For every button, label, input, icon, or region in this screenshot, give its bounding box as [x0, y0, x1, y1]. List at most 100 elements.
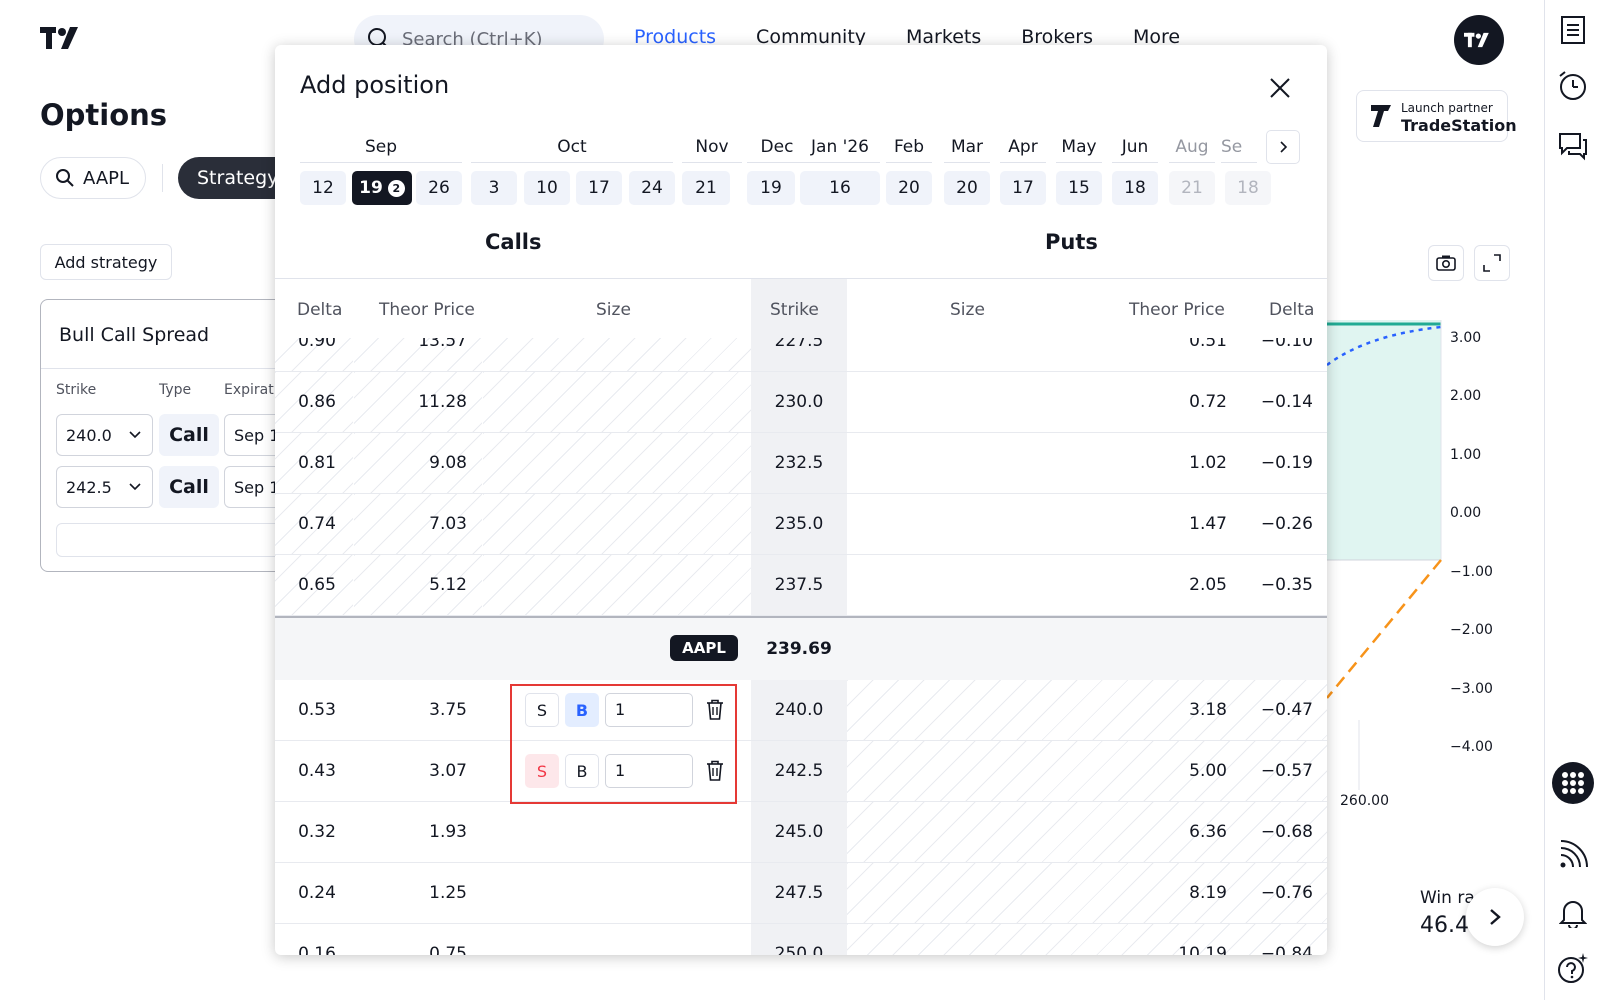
page-title: Options	[40, 98, 168, 132]
leg-type-button[interactable]: Call	[159, 414, 219, 456]
y-axis-label: 0.00	[1450, 505, 1482, 521]
month-underline	[300, 162, 462, 163]
chevron-right-icon	[1280, 141, 1288, 153]
expiration-date[interactable]: 20	[944, 171, 990, 205]
call-theor-price: 3.75	[429, 700, 467, 720]
leg-count-badge: 2	[387, 179, 405, 197]
chevron-down-icon	[129, 431, 141, 439]
option-row[interactable]: 0.90 13.57 227.5 0.51 −0.10	[275, 338, 1327, 372]
col-header-put-theor: Theor Price	[1129, 300, 1225, 320]
expiration-date[interactable]: 18	[1112, 171, 1158, 205]
option-row[interactable]: 0.65 5.12 237.5 2.05 −0.35	[275, 555, 1327, 616]
month-underline	[747, 162, 807, 163]
date-label: 17	[1012, 178, 1034, 198]
y-axis-label: −2.00	[1450, 622, 1493, 638]
expiration-date[interactable]: 18	[1225, 171, 1271, 205]
column-label-strike: Strike	[56, 382, 97, 398]
option-row[interactable]: 0.53 3.75 240.0 3.18 −0.47 S B 1	[275, 680, 1327, 741]
leg-strike-select[interactable]: 242.5	[56, 466, 153, 508]
call-size-cell	[483, 555, 751, 615]
put-delta: −0.84	[1260, 944, 1313, 955]
expiration-date-selected[interactable]: 19 2	[352, 171, 412, 205]
watchlist-icon[interactable]	[1555, 12, 1591, 48]
leg-strike-value: 242.5	[66, 477, 112, 497]
partner-badge[interactable]: Launch partner TradeStation	[1356, 90, 1517, 142]
expiration-date[interactable]: 17	[1000, 171, 1046, 205]
puts-heading: Puts	[1045, 230, 1098, 254]
selected-legs-highlight	[510, 684, 737, 804]
call-theor-price: 5.12	[429, 575, 467, 595]
scroll-right-button[interactable]	[1466, 888, 1524, 946]
page: Search (Ctrl+K) Products Community Markets…	[0, 0, 1600, 1000]
month-underline	[1169, 162, 1215, 163]
expiration-date[interactable]: 24	[629, 171, 675, 205]
date-label: 3	[488, 178, 500, 198]
strike-price: 230.0	[774, 392, 824, 412]
option-row[interactable]: 0.16 0.75 250.0 10.19 −0.84	[275, 924, 1327, 955]
leg-type-button[interactable]: Call	[159, 466, 219, 508]
option-row[interactable]: 0.24 1.25 247.5 8.19 −0.76	[275, 863, 1327, 924]
date-label: 24	[641, 178, 663, 198]
month-label: Feb	[893, 137, 925, 157]
call-theor-price: 1.25	[429, 883, 467, 903]
date-label: 19	[760, 178, 782, 198]
payoff-chart	[1327, 320, 1442, 790]
add-leg-field[interactable]	[56, 523, 306, 557]
option-row[interactable]: 0.74 7.03 235.0 1.47 −0.26	[275, 494, 1327, 555]
option-row[interactable]: 0.32 1.93 245.0 6.36 −0.68	[275, 802, 1327, 863]
col-header-call-size: Size	[596, 300, 631, 320]
fullscreen-icon[interactable]	[1474, 245, 1510, 281]
month-underline	[944, 162, 990, 163]
expiration-date[interactable]: 10	[524, 171, 570, 205]
add-position-dialog: Add position Sep Oct Nov Dec Jan '26 Feb Mar Ap…	[275, 45, 1327, 955]
tradingview-logo-icon[interactable]	[40, 24, 86, 52]
month-label: Aug	[1175, 137, 1209, 157]
y-axis-label: 1.00	[1450, 447, 1482, 463]
symbol-search-button[interactable]: AAPL	[40, 157, 146, 199]
y-axis-label: 3.00	[1450, 330, 1482, 346]
apps-grid-icon[interactable]	[1552, 762, 1594, 804]
add-strategy-button[interactable]: Add strategy	[40, 244, 172, 280]
option-row[interactable]: 0.86 11.28 230.0 0.72 −0.14	[275, 372, 1327, 433]
underlying-ticker-badge: AAPL	[670, 635, 738, 661]
option-row[interactable]: 0.81 9.08 232.5 1.02 −0.19	[275, 433, 1327, 494]
close-icon[interactable]	[1269, 77, 1291, 99]
put-theor-price: 0.51	[1189, 338, 1227, 351]
alarm-clock-icon[interactable]	[1555, 68, 1591, 104]
expiration-date[interactable]: 3	[471, 171, 517, 205]
expiration-date[interactable]: 21	[682, 171, 730, 205]
option-row[interactable]: 0.43 3.07 242.5 5.00 −0.57 S B 1	[275, 741, 1327, 802]
underlying-price: 239.69	[766, 639, 832, 659]
call-delta: 0.16	[298, 944, 336, 955]
put-delta: −0.35	[1260, 575, 1313, 595]
leg-strike-select[interactable]: 240.0	[56, 414, 153, 456]
help-icon[interactable]	[1555, 950, 1591, 986]
call-theor-price: 0.75	[429, 944, 467, 955]
month-underline	[1000, 162, 1046, 163]
broadcast-icon[interactable]	[1555, 837, 1591, 873]
camera-icon[interactable]	[1428, 245, 1464, 281]
expiration-date[interactable]: 19	[747, 171, 795, 205]
brand-avatar-icon[interactable]	[1454, 15, 1504, 65]
next-expirations-button[interactable]	[1266, 130, 1300, 164]
expiration-date[interactable]: 21	[1169, 171, 1215, 205]
call-delta: 0.32	[298, 822, 336, 842]
search-icon	[56, 169, 74, 187]
call-delta: 0.90	[298, 338, 336, 351]
expiration-date[interactable]: 20	[886, 171, 932, 205]
chat-icon[interactable]	[1555, 128, 1591, 164]
month-underline	[886, 162, 932, 163]
put-theor-price: 5.00	[1189, 761, 1227, 781]
expiration-date[interactable]: 17	[576, 171, 622, 205]
profit-zone	[1327, 320, 1441, 560]
bell-icon[interactable]	[1555, 895, 1591, 931]
expiration-date[interactable]: 26	[416, 171, 462, 205]
put-theor-price: 6.36	[1189, 822, 1227, 842]
date-label: 10	[536, 178, 558, 198]
date-label: 21	[695, 178, 717, 198]
column-label-expiration: Expirati	[224, 382, 278, 398]
call-delta: 0.24	[298, 883, 336, 903]
expiration-date[interactable]: 12	[300, 171, 346, 205]
expiration-date[interactable]: 16	[800, 171, 880, 205]
expiration-date[interactable]: 15	[1056, 171, 1102, 205]
